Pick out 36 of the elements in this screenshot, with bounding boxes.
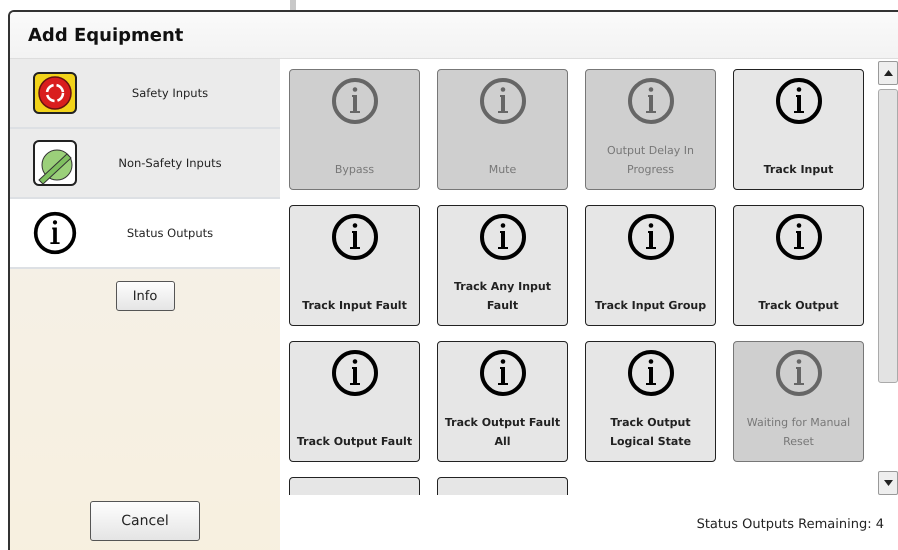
info-icon — [774, 348, 824, 398]
info-icon — [32, 210, 78, 256]
scroll-thumb[interactable] — [878, 89, 898, 383]
info-icon — [478, 76, 528, 126]
rotary-switch-icon — [33, 140, 77, 186]
equipment-tile[interactable]: Track Any Input Fault — [437, 205, 568, 326]
equipment-tile[interactable]: Track Input Fault — [289, 205, 420, 326]
equipment-tile[interactable]: Track Output — [733, 205, 864, 326]
equipment-tile[interactable]: Track Output Logical State — [585, 341, 716, 462]
info-icon — [626, 212, 676, 262]
info-icon — [478, 212, 528, 262]
scroll-up-button[interactable] — [878, 61, 898, 85]
equipment-tile[interactable]: Track Input — [733, 69, 864, 190]
info-icon — [774, 76, 824, 126]
equipment-tile[interactable]: Track Input Group — [585, 205, 716, 326]
info-button[interactable]: Info — [116, 281, 174, 311]
category-item[interactable]: Status Outputs — [10, 199, 280, 269]
equipment-tile[interactable]: Track Output Fault — [289, 341, 420, 462]
info-icon — [774, 212, 824, 262]
scroll-down-button[interactable] — [878, 471, 898, 495]
category-item[interactable]: Safety Inputs — [10, 59, 280, 129]
emergency-stop-icon — [33, 72, 77, 114]
category-item[interactable]: Non-Safety Inputs — [10, 129, 280, 199]
status-text: Status Outputs Remaining: 4 — [696, 516, 885, 534]
info-icon — [626, 76, 676, 126]
up-arrow-icon — [884, 70, 892, 76]
equipment-tile[interactable]: Track Output Fault All — [437, 341, 568, 462]
info-icon — [330, 348, 380, 398]
info-icon — [330, 212, 380, 262]
info-icon — [626, 348, 676, 398]
down-arrow-icon — [884, 480, 892, 486]
info-icon — [478, 348, 528, 398]
scrollbar[interactable] — [878, 59, 898, 495]
cancel-button[interactable]: Cancel — [90, 501, 200, 541]
info-icon — [330, 76, 380, 126]
window-title: Add Equipment — [10, 12, 898, 59]
